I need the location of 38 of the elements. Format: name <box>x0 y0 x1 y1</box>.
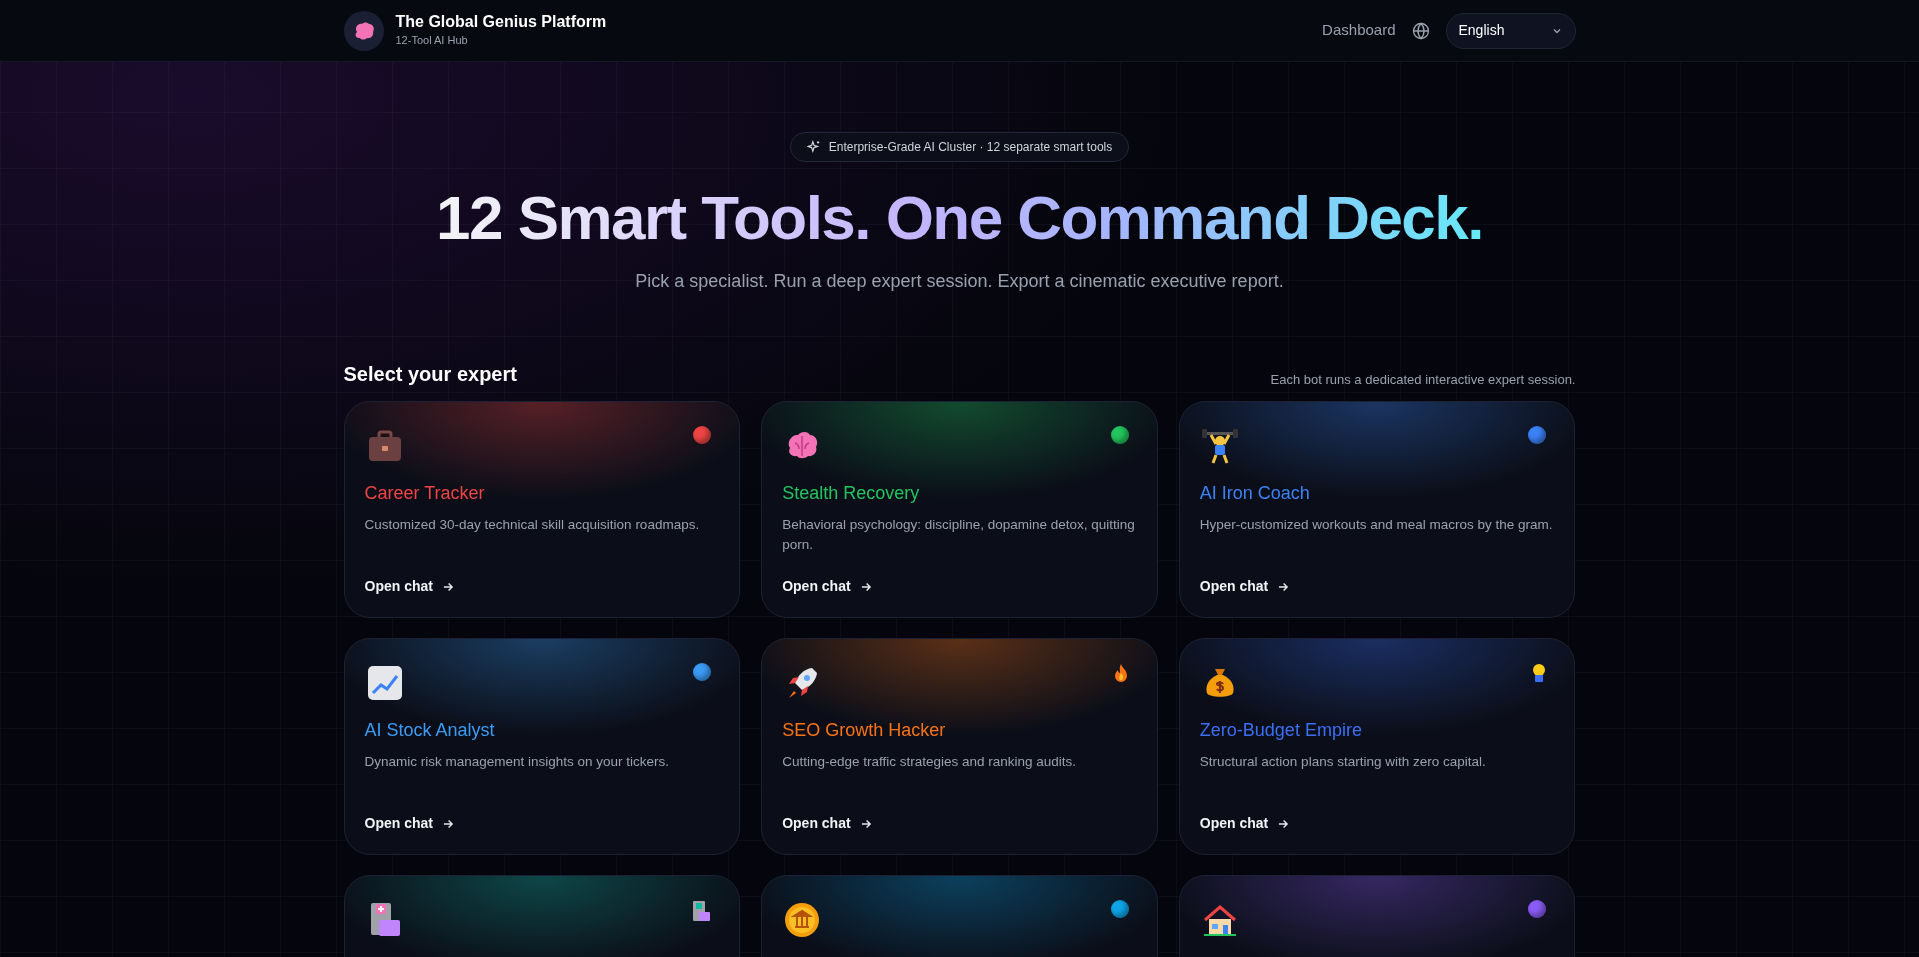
card-title: AI Stock Analyst <box>364 719 496 742</box>
expert-card[interactable]: SEO Growth Hacker Cutting-edge traffic strategies and ranking audits. Open chat <box>761 638 1158 855</box>
card-title: SEO Growth Hacker <box>782 719 947 742</box>
card-title: Career Tracker <box>364 482 486 505</box>
lightbulb-icon <box>1532 663 1547 683</box>
card-description: Structural action plans starting with zero capital. <box>1199 753 1487 771</box>
open-chat-link[interactable]: Open chat <box>364 813 455 834</box>
brand-tagline: 12-Tool AI Hub <box>395 33 469 49</box>
card-title: AI Iron Coach <box>1199 482 1311 505</box>
expert-card[interactable]: AI Iron Coach Hyper-customized workouts and meal macros by the gram. Open chat <box>1178 401 1576 618</box>
sparkles-icon <box>806 140 821 154</box>
open-chat-link[interactable]: Open chat <box>1199 576 1291 597</box>
globe-icon <box>1411 21 1430 40</box>
expert-card[interactable]: AI Stock Analyst Dynamic risk management insights on your tickers. Open chat <box>343 638 741 855</box>
dashboard-link[interactable]: Dashboard <box>1322 19 1396 42</box>
hospital-icon <box>691 900 712 922</box>
card-description: Customized 30-day technical skill acquisition roadmaps. <box>364 516 701 534</box>
card-title: Stealth Recovery <box>782 482 921 505</box>
expert-card[interactable]: Career Tracker Customized 30-day technical skill acquisition roadmaps. Open chat <box>343 401 741 618</box>
card-description: Hyper-customized workouts and meal macros by the gram. <box>1199 516 1554 534</box>
card-description: Behavioral psychology: discipline, dopamine detox, quitting porn. <box>782 516 1136 554</box>
language-select[interactable]: English <box>1445 12 1576 49</box>
hero-subtitle: Pick a specialist. Run a deep expert session. Export a cinematic executive report. <box>635 270 1284 293</box>
section-title: Select your expert <box>343 362 517 387</box>
brand-name: The Global Genius Platform <box>395 12 607 33</box>
brain-icon <box>353 21 374 40</box>
open-chat-link[interactable]: Open chat <box>782 576 873 597</box>
card-title: Zero-Budget Empire <box>1199 719 1363 742</box>
open-chat-link[interactable]: Open chat <box>364 576 455 597</box>
card-description: Dynamic risk management insights on your tickers. <box>364 753 671 771</box>
open-chat-link[interactable]: Open chat <box>782 813 873 834</box>
weightlifter-icon <box>1199 426 1240 466</box>
section-note: Each bot runs a dedicated interactive expert session. <box>1270 370 1576 389</box>
expert-card[interactable]: Zero-Budget Empire Structural action plans starting with zero capital. Open chat <box>1178 638 1576 855</box>
card-description: Cutting-edge traffic strategies and ranking audits. <box>782 753 1078 771</box>
expert-card[interactable]: Stealth Recovery Behavioral psychology: discipline, dopamine detox, quitting porn. Open chat <box>761 401 1158 618</box>
open-chat-link[interactable]: Open chat <box>1199 813 1291 834</box>
badge-text: Enterprise-Grade AI Cluster · 12 separate smart tools <box>828 139 1113 156</box>
